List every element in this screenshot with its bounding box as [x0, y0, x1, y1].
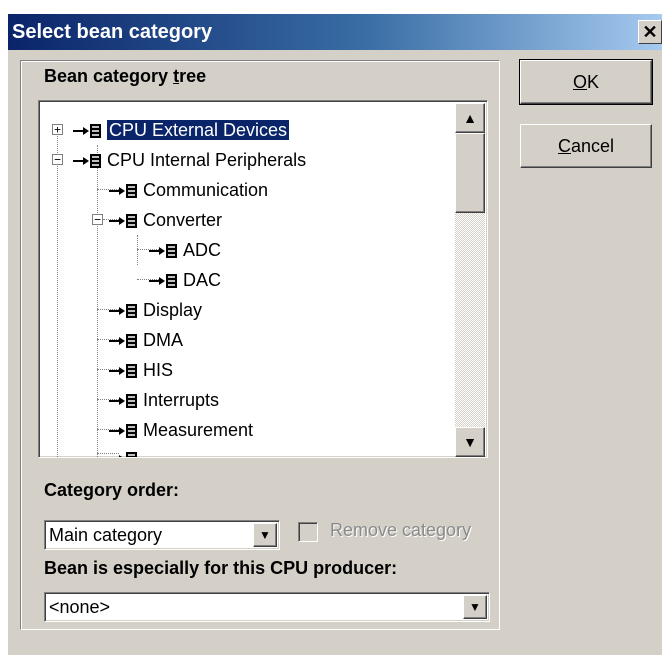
bean-category-icon — [149, 274, 177, 289]
bean-category-icon — [109, 334, 137, 349]
cancel-button[interactable]: Cancel — [520, 124, 652, 168]
tree-item[interactable]: Communication — [109, 175, 268, 205]
bean-category-icon — [109, 424, 137, 439]
tree-scrollbar[interactable]: ▲ ▼ — [455, 103, 485, 457]
scroll-thumb[interactable] — [455, 133, 485, 213]
collapse-icon[interactable]: − — [92, 214, 103, 225]
tree-item-label: DAC — [183, 270, 222, 290]
tree-item-label: Communication — [143, 180, 269, 200]
tree-item-label: CPU Internal Peripherals — [107, 150, 307, 170]
tree-item-label: Display — [143, 300, 203, 320]
chevron-down-icon[interactable]: ▼ — [253, 523, 277, 547]
producer-value: <none> — [49, 597, 111, 617]
ok-button[interactable]: OK — [519, 59, 653, 105]
tree-item[interactable]: DAC — [149, 265, 221, 295]
tree-item-label: Converter — [143, 210, 223, 230]
bean-category-icon — [109, 304, 137, 319]
tree-item[interactable]: Measurement — [109, 415, 253, 445]
tree-item[interactable]: CPU External Devices — [73, 115, 291, 145]
remove-category-label: Remove category — [330, 520, 472, 540]
expand-icon[interactable]: + — [52, 124, 63, 135]
tree-item[interactable]: Interrupts — [109, 385, 219, 415]
bean-category-icon — [73, 154, 101, 169]
category-order-label: Category order: — [44, 480, 180, 500]
collapse-icon[interactable]: − — [52, 154, 63, 165]
bean-category-tree[interactable]: + CPU External Devices − CPU Internal Pe… — [38, 100, 488, 458]
window-title: Select bean category — [12, 21, 213, 43]
tree-item-partial[interactable] — [109, 443, 143, 457]
tree-item-label: HIS — [143, 360, 174, 380]
tree-item[interactable]: Converter — [109, 205, 222, 235]
remove-category-checkbox[interactable] — [298, 522, 318, 542]
tree-item-label: DMA — [143, 330, 183, 350]
category-order-value: Main category — [49, 525, 163, 545]
producer-label: Bean is especially for this CPU producer… — [44, 558, 398, 578]
bean-category-icon — [109, 214, 137, 229]
tree-item-label: Measurement — [143, 420, 254, 440]
category-order-select[interactable]: Main category ▼ — [44, 520, 280, 550]
tree-item[interactable]: ADC — [149, 235, 221, 265]
tree-item[interactable]: Display — [109, 295, 202, 325]
title-bar: Select bean category ✕ — [8, 14, 662, 50]
scroll-up-icon[interactable]: ▲ — [455, 103, 485, 133]
tree-item[interactable]: DMA — [109, 325, 183, 355]
tree-item-label: CPU External Devices — [105, 119, 291, 141]
tree-item-label: ADC — [183, 240, 222, 260]
tree-label: Bean category tree — [44, 66, 207, 86]
bean-category-icon — [109, 364, 137, 379]
bean-category-icon — [109, 184, 137, 199]
tree-item[interactable]: HIS — [109, 355, 173, 385]
bean-category-icon — [73, 124, 101, 139]
chevron-down-icon[interactable]: ▼ — [463, 595, 487, 619]
tree-item-label: Interrupts — [143, 390, 220, 410]
bean-category-icon — [119, 452, 137, 457]
producer-select[interactable]: <none> ▼ — [44, 592, 490, 622]
bean-category-icon — [149, 244, 177, 259]
scroll-down-icon[interactable]: ▼ — [455, 427, 485, 457]
close-icon[interactable]: ✕ — [638, 20, 662, 44]
bean-category-icon — [109, 394, 137, 409]
tree-item[interactable]: CPU Internal Peripherals — [73, 145, 306, 175]
